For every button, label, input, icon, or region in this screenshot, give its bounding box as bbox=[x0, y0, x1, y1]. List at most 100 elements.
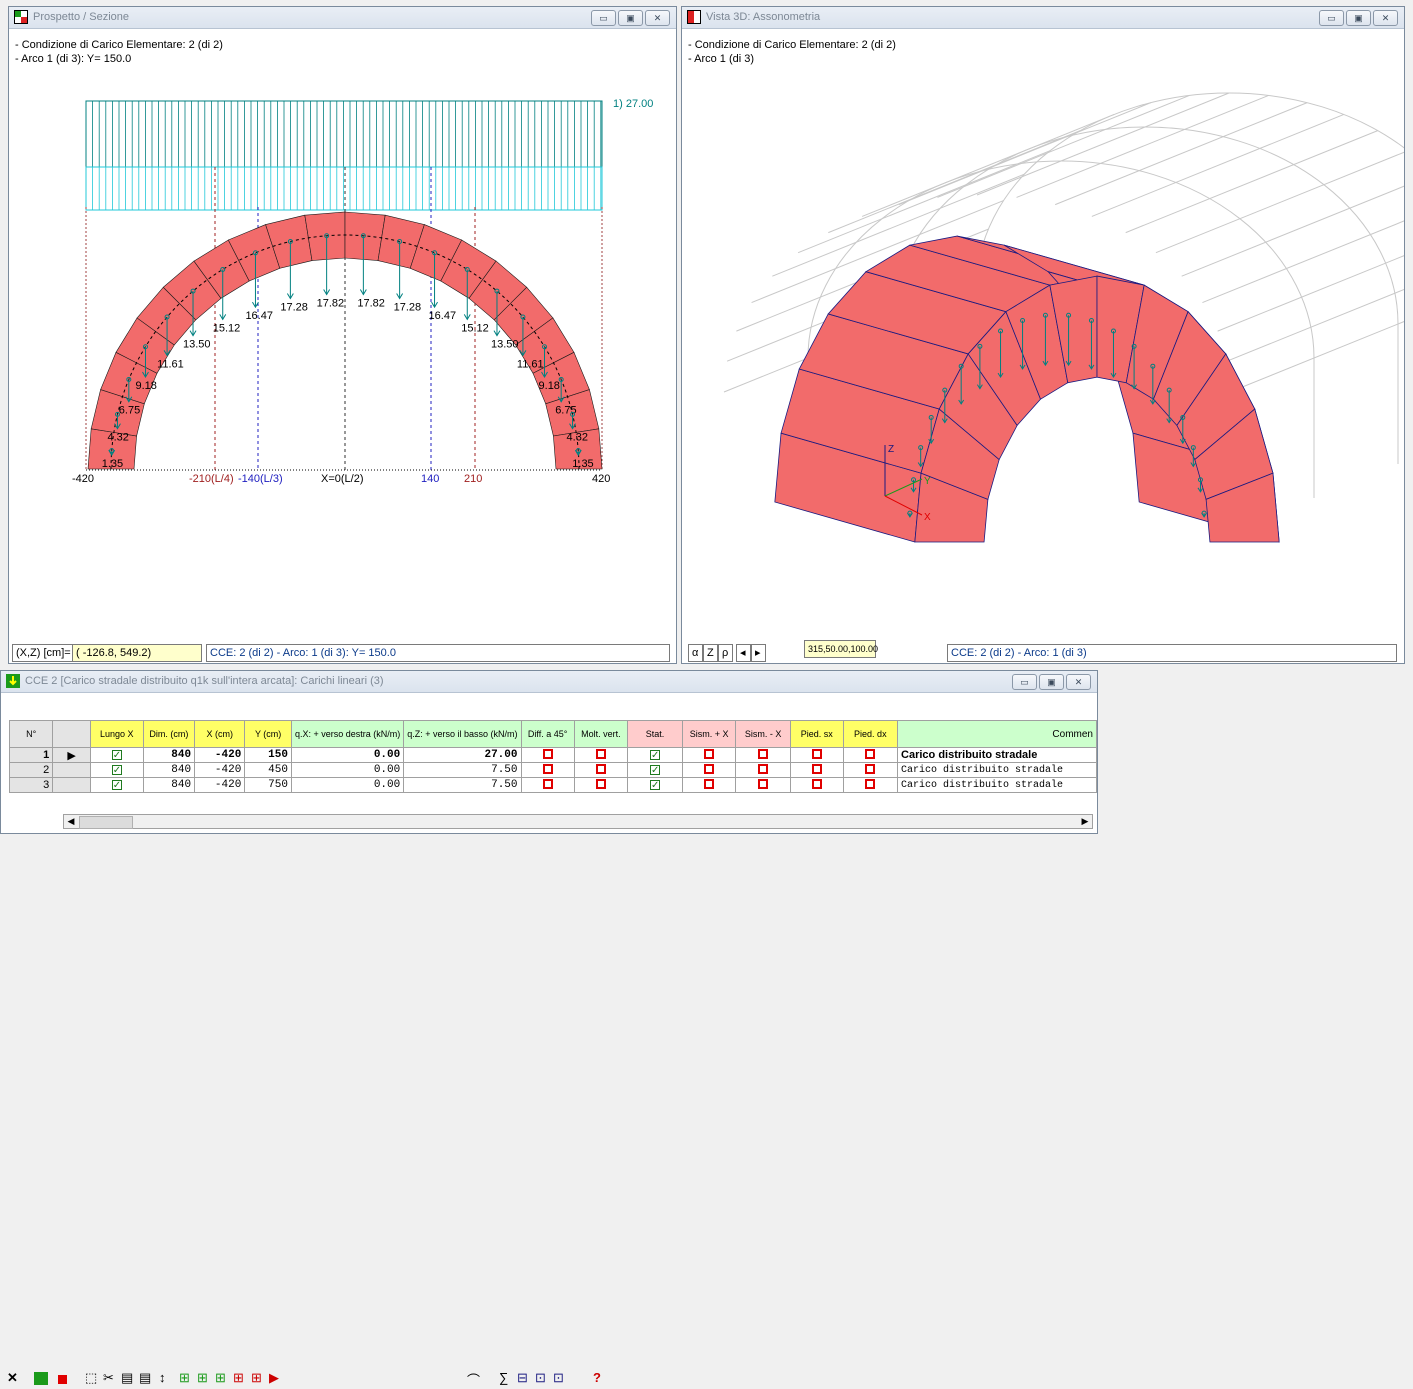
unchecked-box-icon[interactable] bbox=[704, 763, 715, 774]
molt-checkbox[interactable] bbox=[573, 747, 629, 763]
arch-icon[interactable]: ⌒ bbox=[467, 1370, 480, 1388]
checkmark-icon[interactable]: ✓ bbox=[650, 765, 661, 776]
tool2-icon[interactable]: ⊞ bbox=[197, 1370, 208, 1387]
unchecked-box-icon[interactable] bbox=[811, 778, 822, 789]
x-cell[interactable]: -420 bbox=[194, 747, 246, 763]
row-marker[interactable] bbox=[52, 762, 91, 778]
view-z-button[interactable]: Z bbox=[703, 644, 718, 662]
stat-checkbox[interactable]: ✓ bbox=[627, 747, 683, 763]
col-sism-mx[interactable]: Sism. - X bbox=[735, 720, 792, 748]
unchecked-box-icon[interactable] bbox=[595, 778, 606, 789]
col-diff[interactable]: Diff. a 45° bbox=[520, 720, 575, 748]
section-drawing[interactable]: 1) 27.00 1.354.326.759.1811.6113.5015.12… bbox=[9, 7, 676, 663]
delete-icon[interactable]: ✕ bbox=[7, 1370, 18, 1387]
stat-checkbox[interactable]: ✓ bbox=[627, 777, 683, 793]
tool3-icon[interactable]: ⊞ bbox=[215, 1370, 226, 1387]
molt-checkbox[interactable] bbox=[573, 777, 629, 793]
scroll-right-icon[interactable]: ▶ bbox=[1078, 815, 1092, 828]
lungo-x-checkbox[interactable]: ✓ bbox=[89, 747, 144, 763]
col-y[interactable]: Y (cm) bbox=[244, 720, 292, 748]
qz-cell[interactable]: 7.50 bbox=[403, 762, 522, 778]
sort-icon[interactable]: ↕ bbox=[159, 1370, 166, 1387]
col-sism-px[interactable]: Sism. + X bbox=[681, 720, 737, 748]
unchecked-box-icon[interactable] bbox=[811, 748, 822, 759]
row-number[interactable]: 1 bbox=[8, 747, 54, 763]
view3-icon[interactable]: ⊡ bbox=[553, 1370, 564, 1387]
pied-sx-checkbox[interactable] bbox=[790, 762, 844, 778]
sism-px-checkbox[interactable] bbox=[681, 777, 737, 793]
unchecked-box-icon[interactable] bbox=[704, 748, 715, 759]
row-number[interactable]: 2 bbox=[8, 762, 54, 778]
checkmark-icon[interactable]: ✓ bbox=[650, 750, 661, 761]
col-qz[interactable]: q.Z: + verso il basso (kN/m) bbox=[403, 720, 522, 748]
diff-checkbox[interactable] bbox=[520, 762, 575, 778]
qx-cell[interactable]: 0.00 bbox=[290, 762, 405, 778]
row-number[interactable]: 3 bbox=[8, 777, 54, 793]
lungo-x-checkbox[interactable]: ✓ bbox=[89, 777, 144, 793]
lungo-x-checkbox[interactable]: ✓ bbox=[89, 762, 144, 778]
col-qx[interactable]: q.X: + verso destra (kN/m) bbox=[290, 720, 405, 748]
cut-icon[interactable]: ✂ bbox=[103, 1370, 114, 1387]
unchecked-box-icon[interactable] bbox=[704, 778, 715, 789]
comment-cell[interactable]: Carico distribuito stradale bbox=[897, 747, 1097, 763]
checkmark-icon[interactable]: ✓ bbox=[111, 765, 122, 776]
table-row[interactable]: 2 ✓ 840 -420 450 0.00 7.50 ✓ Carico distribuito … bbox=[8, 762, 1097, 778]
unchecked-box-icon[interactable] bbox=[758, 748, 769, 759]
x-cell[interactable]: -420 bbox=[194, 777, 246, 793]
molt-checkbox[interactable] bbox=[573, 762, 629, 778]
tool6-icon[interactable]: ▶ bbox=[269, 1370, 279, 1387]
table-row[interactable]: 1 ▶ ✓ 840 -420 150 0.00 27.00 ✓ Carico distribuit… bbox=[8, 747, 1097, 763]
comment-cell[interactable]: Carico distribuito stradale bbox=[897, 777, 1097, 793]
unchecked-box-icon[interactable] bbox=[542, 778, 553, 789]
help-icon[interactable]: ? bbox=[593, 1370, 601, 1387]
dim-cell[interactable]: 840 bbox=[142, 747, 196, 763]
scroll-left-icon[interactable]: ◀ bbox=[64, 815, 78, 828]
dim-cell[interactable]: 840 bbox=[142, 777, 196, 793]
sism-mx-checkbox[interactable] bbox=[735, 762, 792, 778]
unchecked-box-icon[interactable] bbox=[595, 748, 606, 759]
scroll-thumb[interactable] bbox=[79, 816, 133, 829]
col-dim[interactable]: Dim. (cm) bbox=[142, 720, 196, 748]
tool4-icon[interactable]: ⊞ bbox=[233, 1370, 244, 1387]
dim-cell[interactable]: 840 bbox=[142, 762, 196, 778]
unchecked-box-icon[interactable] bbox=[865, 763, 876, 774]
stat-checkbox[interactable]: ✓ bbox=[627, 762, 683, 778]
minimize-icon[interactable]: ▭ bbox=[1012, 674, 1037, 690]
sism-px-checkbox[interactable] bbox=[681, 762, 737, 778]
unchecked-box-icon[interactable] bbox=[542, 763, 553, 774]
col-n[interactable]: N° bbox=[8, 720, 54, 748]
sum-icon[interactable]: ∑ bbox=[499, 1370, 508, 1387]
select-icon[interactable]: ⬚ bbox=[85, 1370, 97, 1387]
col-molt[interactable]: Molt. vert. bbox=[573, 720, 629, 748]
close-icon[interactable]: ✕ bbox=[1066, 674, 1091, 690]
append-row-icon[interactable]: ▤ bbox=[139, 1370, 151, 1387]
h-scrollbar[interactable]: ◀ ▶ bbox=[63, 814, 1093, 829]
view-alpha-button[interactable]: α bbox=[688, 644, 703, 662]
confirm-icon[interactable] bbox=[34, 1372, 48, 1385]
comment-cell[interactable]: Carico distribuito stradale bbox=[897, 762, 1097, 778]
prev-icon[interactable]: ◂ bbox=[736, 644, 751, 662]
unchecked-box-icon[interactable] bbox=[758, 778, 769, 789]
pied-sx-checkbox[interactable] bbox=[790, 777, 844, 793]
col-comment[interactable]: Commen bbox=[897, 720, 1097, 748]
unchecked-box-icon[interactable] bbox=[542, 748, 553, 759]
loads-table[interactable]: N° Lungo X Dim. (cm) X (cm) Y (cm) q.X: … bbox=[8, 720, 1097, 793]
unchecked-box-icon[interactable] bbox=[758, 763, 769, 774]
pied-sx-checkbox[interactable] bbox=[790, 747, 844, 763]
qz-cell[interactable]: 7.50 bbox=[403, 777, 522, 793]
diff-checkbox[interactable] bbox=[520, 747, 575, 763]
pied-dx-checkbox[interactable] bbox=[842, 762, 899, 778]
next-icon[interactable]: ▸ bbox=[751, 644, 766, 662]
col-pied-sx[interactable]: Pied. sx bbox=[790, 720, 844, 748]
sism-mx-checkbox[interactable] bbox=[735, 777, 792, 793]
sism-px-checkbox[interactable] bbox=[681, 747, 737, 763]
col-lungo-x[interactable]: Lungo X bbox=[89, 720, 144, 748]
view1-icon[interactable]: ⊟ bbox=[517, 1370, 528, 1387]
y-cell[interactable]: 450 bbox=[244, 762, 292, 778]
view2-icon[interactable]: ⊡ bbox=[535, 1370, 546, 1387]
col-x[interactable]: X (cm) bbox=[194, 720, 246, 748]
table-row[interactable]: 3 ✓ 840 -420 750 0.00 7.50 ✓ Carico distribuito … bbox=[8, 777, 1097, 793]
pied-dx-checkbox[interactable] bbox=[842, 747, 899, 763]
x-cell[interactable]: -420 bbox=[194, 762, 246, 778]
pied-dx-checkbox[interactable] bbox=[842, 777, 899, 793]
